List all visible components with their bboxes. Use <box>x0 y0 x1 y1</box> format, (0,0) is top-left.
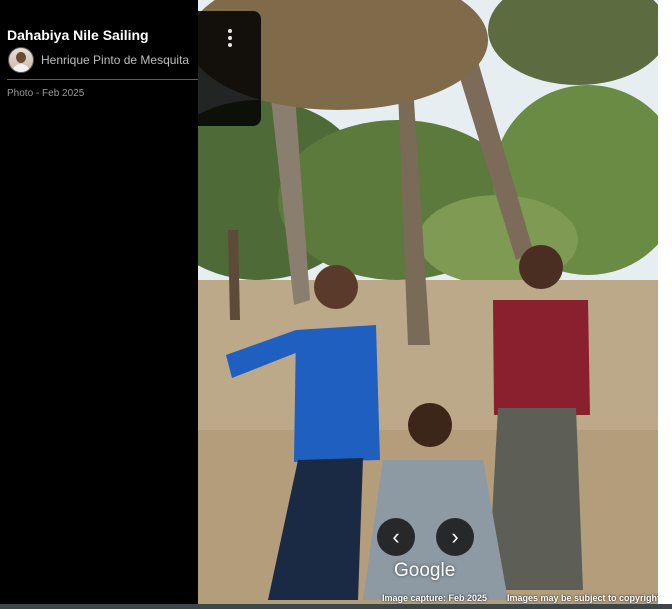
previous-photo-button[interactable]: ‹ <box>377 518 415 556</box>
next-photo-button[interactable]: › <box>436 518 474 556</box>
photo-scene <box>198 0 658 604</box>
chevron-right-icon: › <box>451 524 459 549</box>
place-title: Dahabiya Nile Sailing <box>7 27 149 43</box>
chevron-left-icon: ‹ <box>392 524 400 549</box>
copyright-notice[interactable]: Images may be subject to copyright. <box>507 593 663 603</box>
author-row[interactable]: Henrique Pinto de Mesquita <box>8 47 189 73</box>
bottom-bar <box>0 604 672 609</box>
street-view-photo[interactable] <box>198 0 658 604</box>
google-logo: Google <box>394 560 456 581</box>
more-options-icon[interactable] <box>228 29 232 47</box>
divider <box>7 79 211 80</box>
photo-date: Photo - Feb 2025 <box>7 88 85 99</box>
right-edge <box>658 0 672 604</box>
image-capture-date: Image capture: Feb 2025 <box>382 593 488 603</box>
author-name[interactable]: Henrique Pinto de Mesquita <box>41 53 189 67</box>
info-panel: Dahabiya Nile Sailing Henrique Pinto de … <box>0 0 211 609</box>
avatar[interactable] <box>8 47 34 73</box>
